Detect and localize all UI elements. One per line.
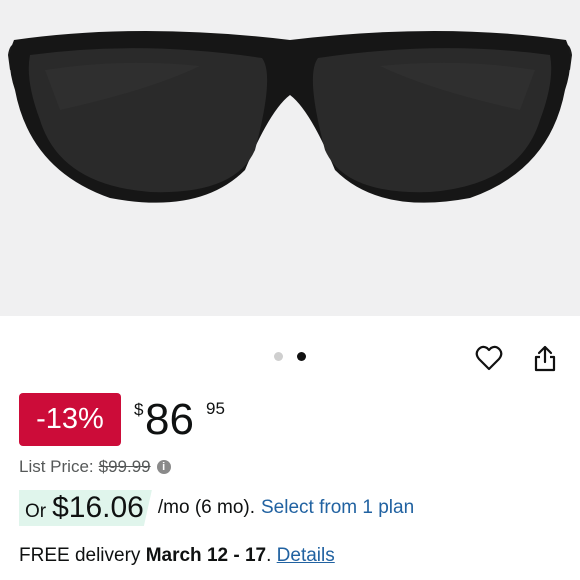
currency-symbol: $: [134, 400, 144, 419]
share-button[interactable]: [530, 343, 560, 373]
discount-badge: -13%: [19, 393, 121, 446]
delivery-prefix: FREE delivery: [19, 545, 141, 566]
financing-offer: Or $16.06 /mo (6 mo). Select from 1 plan: [19, 490, 414, 526]
delivery-dates: March 12 - 17: [145, 545, 267, 566]
list-price: List Price: $99.99 i: [19, 457, 171, 477]
product-image[interactable]: [0, 0, 580, 316]
delivery-info: FREE delivery March 12 - 17. Details: [19, 545, 335, 567]
info-icon[interactable]: i: [156, 460, 171, 474]
price-fraction: 95: [206, 399, 225, 418]
heart-icon: [475, 345, 503, 371]
share-icon: [534, 345, 556, 372]
pagination-dot-active[interactable]: [297, 352, 306, 361]
favorite-button[interactable]: [474, 343, 504, 373]
financing-term: /mo (6 mo).: [157, 497, 255, 518]
price-whole: 86: [145, 395, 194, 444]
pagination-dot[interactable]: [274, 352, 283, 361]
list-price-label: List Price:: [19, 457, 94, 476]
image-pagination-dots[interactable]: [274, 352, 306, 361]
sunglasses-image: [8, 31, 572, 203]
financing-amount: $16.06: [52, 491, 144, 524]
financing-prefix: Or: [25, 501, 47, 522]
financing-highlight: Or $16.06: [19, 490, 152, 526]
list-price-value: $99.99: [98, 457, 151, 476]
delivery-suffix: .: [266, 545, 272, 566]
delivery-details-link[interactable]: Details: [277, 545, 335, 566]
select-plan-link[interactable]: Select from 1 plan: [261, 497, 414, 519]
